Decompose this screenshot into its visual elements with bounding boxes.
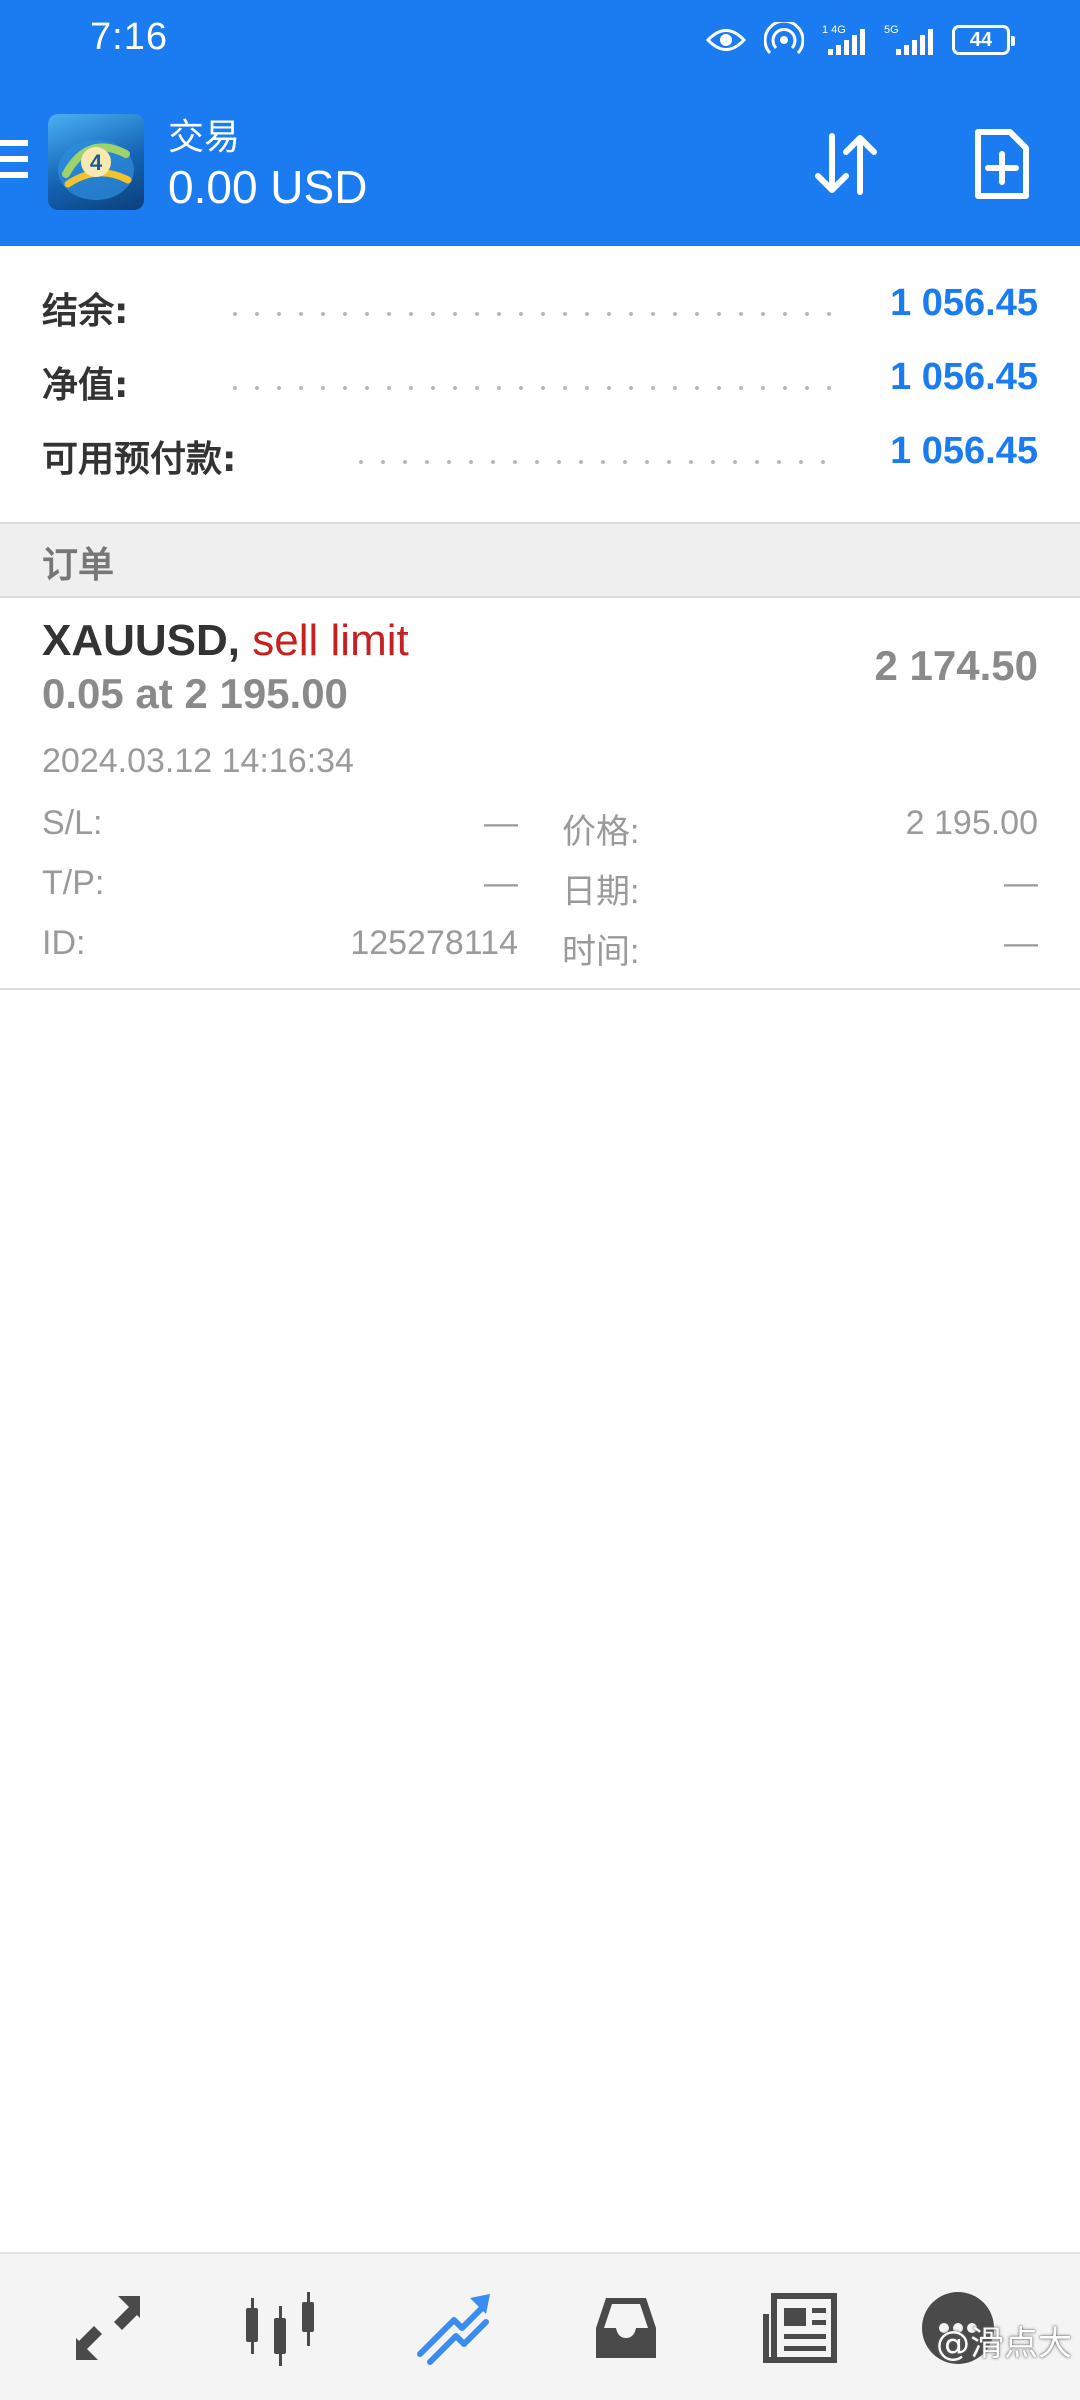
balance-row: 结余: 1 056.45: [0, 272, 1080, 346]
orders-section-title: 订单: [42, 545, 115, 586]
order-symbol: XAUUSD,: [42, 616, 241, 665]
tp-value: —: [484, 864, 518, 902]
history-icon: [596, 2298, 656, 2358]
new-order-button[interactable]: [964, 126, 1040, 202]
id-label: ID:: [42, 924, 86, 962]
account-summary: 结余: 1 056.45 净值: 1 056.45 可用预付款: 1 056.4…: [0, 272, 1080, 494]
orders-section-header: 订单: [0, 522, 1080, 598]
battery-icon: 44: [952, 25, 1015, 55]
price-label: 价格:: [562, 813, 640, 851]
free-margin-label: 可用预付款:: [42, 439, 237, 480]
nav-trade[interactable]: [414, 2288, 494, 2368]
free-margin-row: 可用预付款: 1 056.45: [0, 420, 1080, 494]
svg-text:5G: 5G: [884, 24, 899, 36]
signal-4g-icon: 1 4G: [822, 24, 865, 55]
order-datetime: 2024.03.12 14:16:34: [42, 742, 354, 780]
sl-label: S/L:: [42, 804, 103, 842]
tp-label: T/P:: [42, 864, 105, 902]
date-value: —: [1004, 864, 1038, 902]
equity-value: 1 056.45: [890, 356, 1038, 398]
equity-label: 净值:: [42, 365, 129, 406]
order-volume: 0.05 at 2 195.00: [42, 670, 348, 717]
nav-quotes[interactable]: [68, 2288, 148, 2368]
date-label: 日期:: [562, 873, 640, 911]
nav-history[interactable]: [586, 2288, 666, 2368]
time-label: 时间:: [562, 933, 640, 971]
order-item[interactable]: XAUUSD, sell limit 0.05 at 2 195.00 2 17…: [0, 598, 1080, 990]
dotted-leader: [224, 312, 834, 316]
news-icon: [763, 2293, 837, 2363]
page-title: 交易: [168, 117, 241, 158]
balance-label: 结余:: [42, 291, 129, 332]
sort-arrows-icon: [815, 133, 877, 195]
id-value: 125278114: [350, 924, 518, 962]
chart-icon: [246, 2292, 314, 2366]
equity-row: 净值: 1 056.45: [0, 346, 1080, 420]
document-plus-icon: [975, 129, 1029, 199]
trade-icon: [417, 2294, 490, 2365]
status-time: 7:16: [90, 16, 168, 58]
price-value: 2 195.00: [905, 804, 1038, 842]
quotes-icon: [76, 2296, 140, 2360]
toolbar: 4 交易 0.00 USD: [0, 100, 1080, 240]
dotted-leader: [350, 460, 840, 464]
eye-icon: [706, 29, 746, 51]
order-current-price: 2 174.50: [874, 642, 1039, 689]
signal-5g-icon: 5G: [884, 24, 933, 55]
order-title: XAUUSD, sell limit: [42, 616, 409, 666]
balance-value: 1 056.45: [890, 282, 1038, 324]
free-margin-value: 1 056.45: [890, 430, 1038, 472]
order-type: sell limit: [252, 616, 409, 665]
metatrader-logo: 4: [48, 114, 144, 210]
svg-text:4: 4: [90, 150, 103, 175]
sl-value: —: [484, 804, 518, 842]
status-icons: 1 4G 5G 44: [706, 20, 1015, 60]
watermark: @滑点大: [936, 2324, 1072, 2364]
hotspot-icon: [764, 22, 804, 55]
nav-news[interactable]: [760, 2288, 840, 2368]
svg-text:1 4G: 1 4G: [822, 24, 846, 36]
floating-profit: 0.00 USD: [168, 161, 368, 213]
battery-level: 44: [969, 28, 993, 51]
sort-button[interactable]: [808, 126, 884, 202]
nav-chart[interactable]: [240, 2288, 320, 2368]
bottom-navigation: @滑点大: [0, 2252, 1080, 2400]
status-bar: 7:16 1 4G 5G 44: [0, 0, 1080, 80]
hamburger-menu-icon[interactable]: [0, 140, 30, 184]
dotted-leader: [224, 386, 834, 390]
top-app-bar: 7:16 1 4G 5G 44 4 交易 0.00 USD: [0, 0, 1080, 246]
time-value: —: [1004, 924, 1038, 962]
